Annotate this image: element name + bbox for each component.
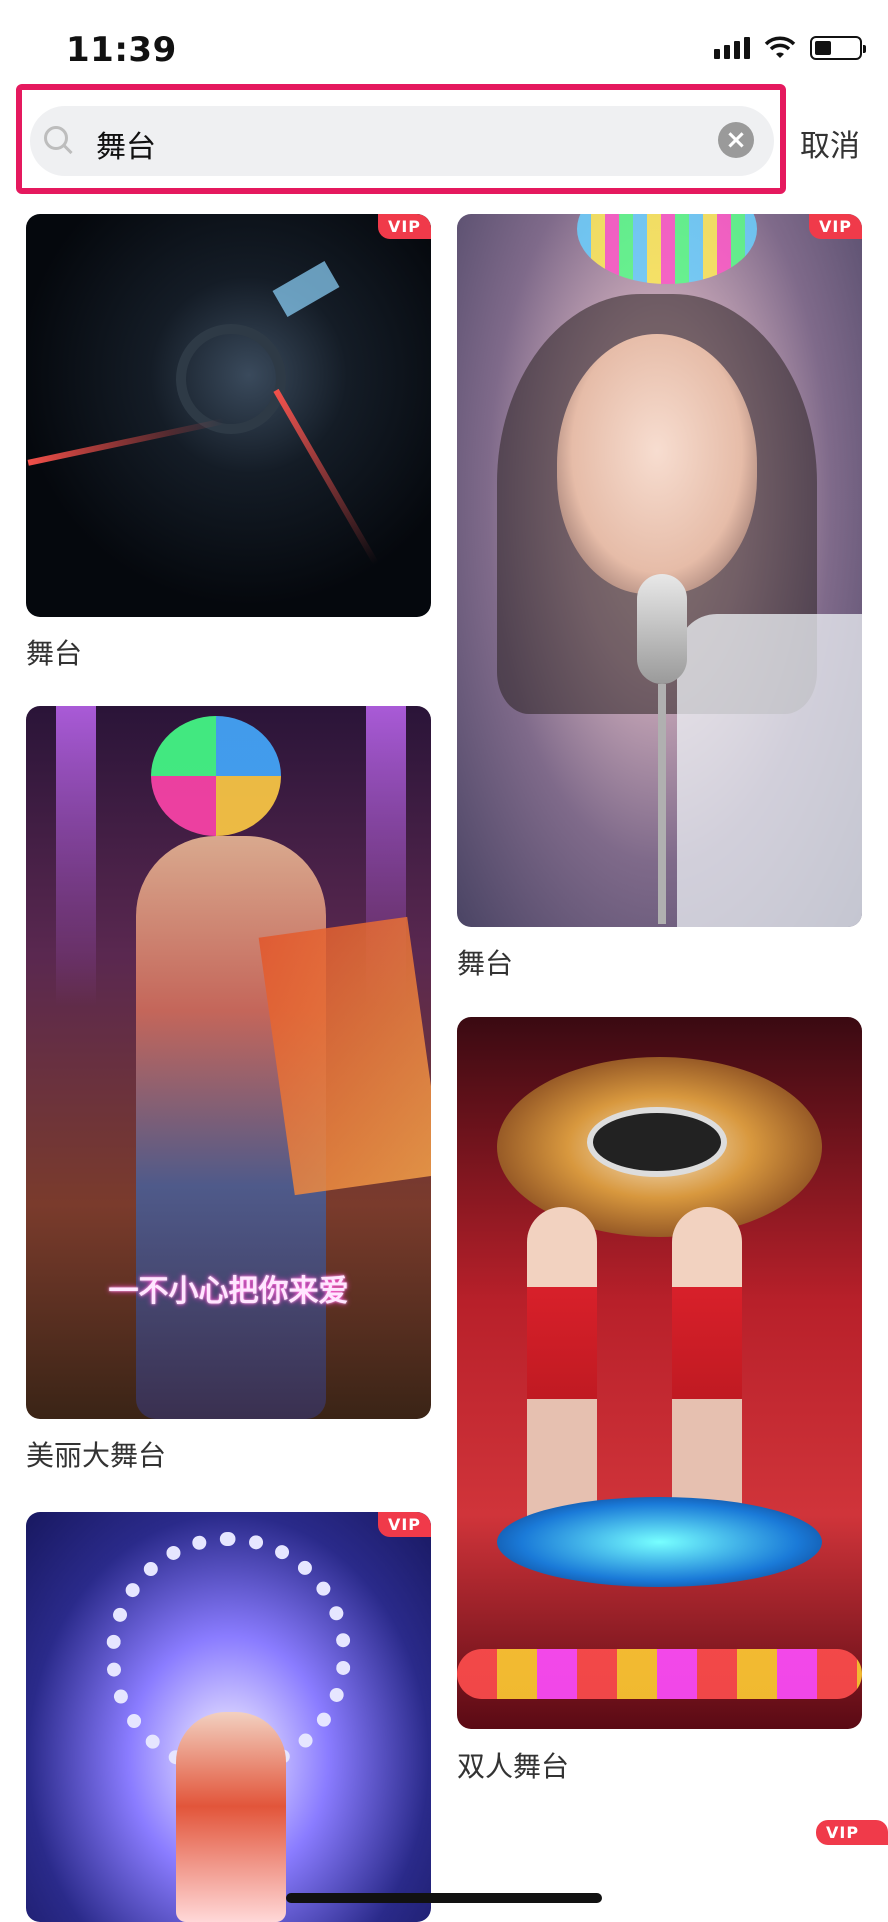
vip-badge: VIP: [377, 1512, 431, 1537]
video-overlay-text: 一不小心把你来爱: [108, 1274, 349, 1309]
result-card-4-thumbnail[interactable]: [457, 1017, 862, 1729]
cancel-button[interactable]: 取消: [800, 121, 860, 165]
battery-icon: [810, 36, 866, 60]
status-icons: [714, 36, 866, 60]
search-input[interactable]: 舞台 ×: [30, 106, 774, 176]
result-card-3-caption[interactable]: 美丽大舞台: [26, 1434, 166, 1474]
search-query: 舞台: [96, 130, 156, 165]
result-card-5-thumbnail[interactable]: VIP: [26, 1512, 431, 1922]
result-card-1-caption[interactable]: 舞台: [26, 632, 82, 672]
search-icon: [44, 126, 68, 150]
status-time: 11:39: [66, 30, 177, 70]
cellular-signal-icon: [714, 37, 750, 59]
result-card-2-thumbnail[interactable]: VIP: [457, 214, 862, 927]
vip-badge: VIP: [808, 214, 862, 239]
result-card-3-thumbnail[interactable]: 一不小心把你来爱: [26, 706, 431, 1419]
result-card-2-caption[interactable]: 舞台: [457, 942, 513, 982]
clear-search-button[interactable]: ×: [718, 122, 754, 158]
vip-badge: VIP: [377, 214, 431, 239]
result-card-1-thumbnail[interactable]: VIP: [26, 214, 431, 617]
result-card-4-caption[interactable]: 双人舞台: [457, 1745, 569, 1785]
wifi-icon: [764, 36, 796, 58]
vip-badge: VIP: [816, 1820, 888, 1845]
home-indicator[interactable]: [286, 1893, 602, 1903]
